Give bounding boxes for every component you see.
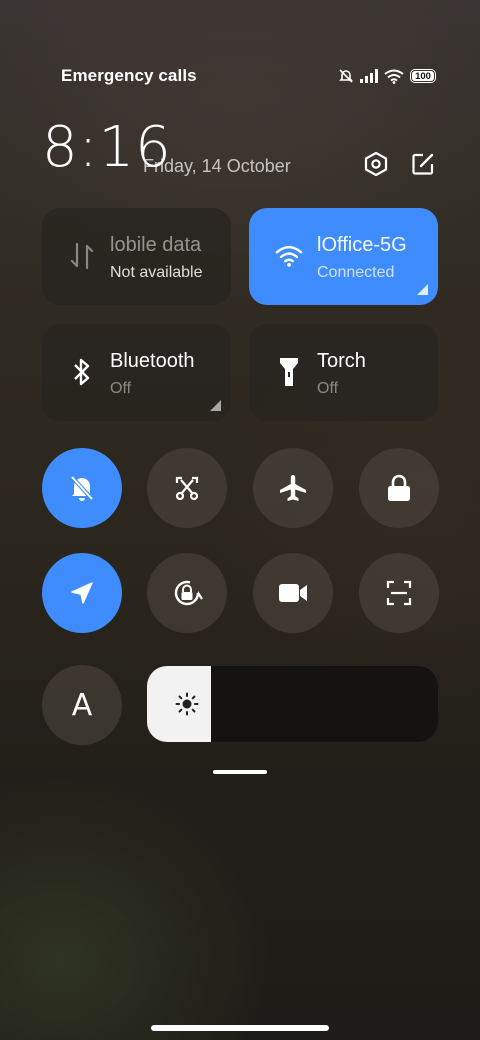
- bell-off-icon: [70, 475, 94, 501]
- lock-icon: [388, 474, 410, 501]
- torch-subtitle: Off: [317, 380, 339, 397]
- edit-icon[interactable]: [408, 149, 438, 179]
- signal-icon: [360, 69, 378, 83]
- video-camera-icon: [279, 584, 307, 602]
- airplane-mode-toggle[interactable]: [253, 448, 333, 528]
- status-icons: 100: [338, 66, 436, 86]
- wifi-tile[interactable]: lOffice-5G Connected: [249, 208, 438, 305]
- font-size-toggle[interactable]: A: [42, 665, 122, 745]
- mobile-data-subtitle: Not available: [110, 264, 203, 281]
- rotation-lock-toggle[interactable]: [147, 553, 227, 633]
- lock-screen-toggle[interactable]: [359, 448, 439, 528]
- airplane-icon: [280, 475, 306, 501]
- torch-icon: [275, 358, 303, 386]
- silent-icon: [339, 69, 353, 83]
- brightness-slider[interactable]: [147, 666, 438, 742]
- location-arrow-icon: [71, 582, 93, 604]
- scanner-toggle[interactable]: [359, 553, 439, 633]
- scan-icon: [386, 580, 412, 606]
- sun-icon: [175, 692, 199, 716]
- bluetooth-icon: [68, 358, 96, 386]
- status-carrier-text: Emergency calls: [61, 66, 197, 85]
- screenshot-toggle[interactable]: [147, 448, 227, 528]
- wifi-icon: [275, 242, 303, 270]
- bluetooth-title: Bluetooth: [110, 350, 195, 372]
- panel-drag-handle[interactable]: [213, 770, 267, 774]
- wifi-subtitle: Connected: [317, 264, 395, 281]
- settings-hexagon-icon[interactable]: [361, 149, 391, 179]
- silent-mode-toggle[interactable]: [42, 448, 122, 528]
- rotation-lock-icon: [174, 580, 203, 606]
- torch-title: Torch: [317, 350, 366, 372]
- location-toggle[interactable]: [42, 553, 122, 633]
- font-toggle-label: A: [71, 687, 93, 723]
- home-indicator[interactable]: [151, 1025, 329, 1031]
- bluetooth-expand-indicator[interactable]: [210, 400, 221, 411]
- scissors-screenshot-icon: [175, 476, 199, 501]
- date-text: Friday, 14 October: [143, 156, 291, 176]
- bluetooth-subtitle: Off: [110, 380, 132, 397]
- screen-recorder-toggle[interactable]: [253, 553, 333, 633]
- battery-level: 100: [415, 70, 431, 82]
- mobile-data-tile[interactable]: lobile data Not available: [42, 208, 231, 305]
- battery-icon: 100: [410, 69, 436, 83]
- wifi-title: lOffice-5G: [317, 234, 407, 256]
- bluetooth-tile[interactable]: Bluetooth Off: [42, 324, 231, 421]
- torch-tile[interactable]: Torch Off: [249, 324, 438, 421]
- wifi-expand-indicator[interactable]: [417, 284, 428, 295]
- wifi-icon: [384, 69, 404, 84]
- mobile-data-title: lobile data: [110, 234, 202, 256]
- mobile-data-arrows-icon: [68, 242, 96, 270]
